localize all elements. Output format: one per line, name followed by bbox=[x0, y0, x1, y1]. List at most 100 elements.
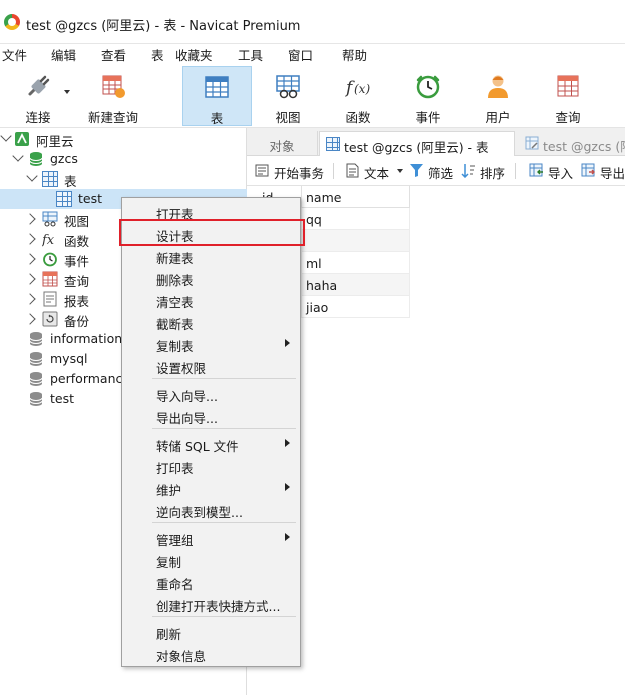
import-icon bbox=[529, 163, 543, 177]
menu-item-object-info[interactable]: 对象信息 bbox=[124, 642, 298, 664]
view-button[interactable]: 视图 bbox=[258, 66, 318, 126]
menu-item-create-shortcut[interactable]: 创建打开表快捷方式... bbox=[124, 592, 298, 614]
chevron-down-icon[interactable] bbox=[64, 90, 70, 94]
chevron-right-icon[interactable] bbox=[24, 233, 36, 245]
menu-item-import-wizard[interactable]: 导入向导... bbox=[124, 382, 298, 404]
data-toolbar: 开始事务 文本 筛选 排序 导入 导出 bbox=[247, 156, 625, 186]
menu-item-maintain[interactable]: 维护 bbox=[124, 476, 298, 498]
svg-text:fx: fx bbox=[42, 233, 55, 247]
menu-item-label: 管理组 bbox=[156, 533, 194, 548]
chevron-down-icon[interactable] bbox=[12, 150, 24, 162]
tab-objects[interactable]: 对象 bbox=[247, 131, 318, 156]
chevron-right-icon[interactable] bbox=[24, 273, 36, 285]
transaction-icon bbox=[255, 164, 269, 177]
function-icon: fx bbox=[42, 233, 55, 247]
user-label: 用户 bbox=[485, 110, 511, 125]
menu-item-copy[interactable]: 复制 bbox=[124, 548, 298, 570]
menu-help[interactable]: 帮助 bbox=[342, 45, 367, 64]
menu-separator bbox=[152, 378, 296, 379]
chevron-down-icon[interactable] bbox=[26, 170, 38, 182]
new-query-button[interactable]: 新建查询 bbox=[82, 66, 144, 126]
menu-item-empty-table[interactable]: 清空表 bbox=[124, 288, 298, 310]
menu-item-label: 转储 SQL 文件 bbox=[156, 439, 239, 454]
menu-item-open-table[interactable]: 打开表 bbox=[124, 200, 298, 222]
clock-icon bbox=[43, 252, 57, 267]
menu-view[interactable]: 查看 bbox=[101, 45, 126, 64]
menu-item-duplicate-table[interactable]: 复制表 bbox=[124, 332, 298, 354]
export-label: 导出 bbox=[600, 166, 625, 181]
menu-window[interactable]: 窗口 bbox=[288, 45, 313, 64]
svg-text:(x): (x) bbox=[354, 82, 370, 96]
menu-tools[interactable]: 工具 bbox=[238, 45, 263, 64]
table-icon bbox=[42, 171, 58, 187]
query-icon bbox=[557, 75, 579, 97]
tree-database-label: information_ bbox=[50, 331, 129, 346]
menu-item-delete-table[interactable]: 删除表 bbox=[124, 266, 298, 288]
menu-item-new-table[interactable]: 新建表 bbox=[124, 244, 298, 266]
tab-table-design[interactable]: test @gzcs (阿 bbox=[519, 131, 625, 156]
chevron-right-icon[interactable] bbox=[24, 213, 36, 225]
table-label: 表 bbox=[210, 111, 224, 126]
tab-table-test[interactable]: test @gzcs (阿里云) - 表 bbox=[319, 131, 515, 156]
menu-item-manage-group[interactable]: 管理组 bbox=[124, 526, 298, 548]
menu-item-label: 逆向表到模型... bbox=[156, 505, 243, 520]
menu-item-label: 导入向导... bbox=[156, 389, 218, 404]
column-header-name[interactable]: name bbox=[302, 186, 410, 208]
table-icon bbox=[56, 191, 72, 207]
table-cell[interactable]: haha bbox=[302, 274, 410, 296]
menu-item-label: 设置权限 bbox=[156, 361, 207, 376]
table-button[interactable]: 表 bbox=[182, 66, 252, 126]
menu-item-set-permissions[interactable]: 设置权限 bbox=[124, 354, 298, 376]
function-button[interactable]: f (x) 函数 bbox=[328, 66, 388, 126]
tab-label: test @gzcs (阿里云) - 表 bbox=[344, 140, 489, 155]
database-icon bbox=[29, 352, 43, 366]
query-button[interactable]: 查询 bbox=[538, 66, 598, 126]
menu-item-export-wizard[interactable]: 导出向导... bbox=[124, 404, 298, 426]
table-cell[interactable]: qq bbox=[302, 208, 410, 230]
text-view-label: 文本 bbox=[364, 166, 390, 181]
tree-database-gzcs[interactable]: gzcs bbox=[0, 149, 247, 169]
connect-button[interactable]: 连接 bbox=[8, 66, 70, 126]
connect-label: 连接 bbox=[25, 110, 51, 125]
document-icon bbox=[346, 163, 359, 178]
menu-item-rename[interactable]: 重命名 bbox=[124, 570, 298, 592]
chevron-down-icon[interactable] bbox=[0, 130, 12, 142]
menu-item-reverse-to-model[interactable]: 逆向表到模型... bbox=[124, 498, 298, 520]
database-icon bbox=[29, 152, 43, 166]
menu-bar: 文件 编辑 查看 表 收藏夹 工具 窗口 帮助 bbox=[0, 44, 625, 64]
menu-favorites[interactable]: 收藏夹 bbox=[175, 45, 213, 64]
chevron-down-icon[interactable] bbox=[397, 169, 403, 173]
new-query-icon bbox=[102, 75, 125, 98]
menu-item-refresh[interactable]: 刷新 bbox=[124, 620, 298, 642]
tree-node-label: 报表 bbox=[64, 294, 90, 309]
chevron-right-icon bbox=[285, 439, 290, 447]
menu-table[interactable]: 表 bbox=[151, 45, 164, 64]
menu-item-truncate-table[interactable]: 截断表 bbox=[124, 310, 298, 332]
table-cell[interactable] bbox=[302, 230, 410, 252]
menu-item-label: 维护 bbox=[156, 483, 182, 498]
report-icon bbox=[43, 291, 57, 307]
menu-edit[interactable]: 编辑 bbox=[51, 45, 76, 64]
table-cell[interactable]: jiao bbox=[302, 296, 410, 318]
menu-item-label: 对象信息 bbox=[156, 649, 207, 664]
user-icon bbox=[488, 75, 508, 98]
query-icon bbox=[42, 271, 58, 287]
chevron-right-icon[interactable] bbox=[24, 313, 36, 325]
chevron-right-icon[interactable] bbox=[24, 253, 36, 265]
event-button[interactable]: 事件 bbox=[398, 66, 458, 126]
import-label: 导入 bbox=[548, 166, 574, 181]
text-view-button[interactable]: 文本 bbox=[345, 162, 405, 181]
menu-item-print-table[interactable]: 打印表 bbox=[124, 454, 298, 476]
tab-label: test @gzcs (阿 bbox=[543, 139, 625, 154]
menu-item-dump-sql[interactable]: 转储 SQL 文件 bbox=[124, 432, 298, 454]
user-button[interactable]: 用户 bbox=[468, 66, 528, 126]
chevron-right-icon[interactable] bbox=[24, 293, 36, 305]
tree-tables-node[interactable]: 表 bbox=[0, 169, 247, 189]
menu-item-design-table[interactable]: 设计表 bbox=[124, 222, 298, 244]
clock-icon bbox=[416, 75, 440, 99]
sort-icon bbox=[461, 164, 475, 178]
window-title: test @gzcs (阿里云) - 表 - Navicat Premium bbox=[26, 19, 301, 34]
menu-file[interactable]: 文件 bbox=[2, 45, 27, 64]
table-cell[interactable]: ml bbox=[302, 252, 410, 274]
tree-connection[interactable]: 阿里云 bbox=[0, 129, 247, 149]
